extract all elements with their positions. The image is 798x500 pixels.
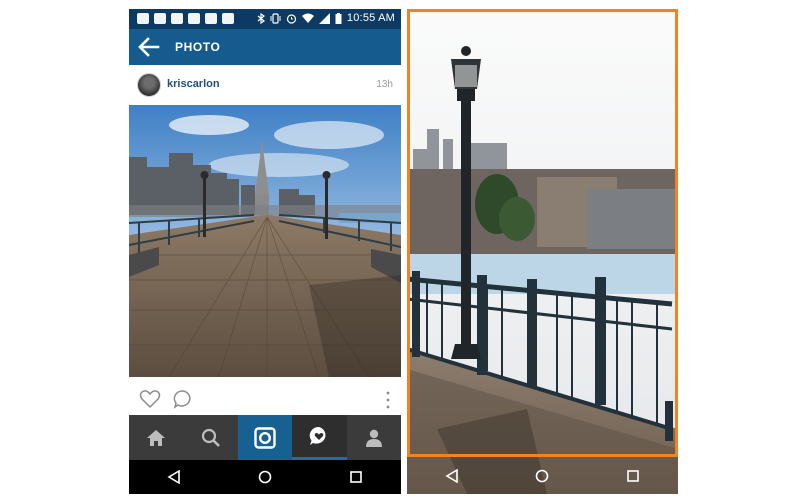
home-circle-icon[interactable] — [258, 470, 272, 484]
post-header: kriscarlon 13h — [129, 65, 401, 105]
tab-camera[interactable] — [237, 415, 293, 460]
zoomed-nav-bar — [407, 458, 678, 494]
bluetooth-icon — [257, 12, 265, 24]
more-vertical-icon[interactable] — [385, 390, 391, 410]
zoomed-photo — [407, 9, 678, 494]
recents-square-icon — [627, 470, 639, 482]
page-title: PHOTO — [175, 40, 221, 54]
email-icon — [205, 13, 217, 24]
arrow-back-icon[interactable] — [137, 36, 161, 58]
download-icon — [222, 13, 234, 24]
tab-home[interactable] — [129, 415, 183, 460]
alarm-icon — [286, 13, 297, 24]
post-photo[interactable] — [129, 105, 401, 377]
recents-square-icon[interactable] — [349, 470, 363, 484]
mail-icon — [154, 13, 166, 24]
app-bar: PHOTO — [129, 29, 401, 65]
clock: 10:55 AM — [346, 12, 395, 24]
battery-icon — [335, 12, 342, 24]
image-icon — [188, 13, 200, 24]
status-bar: 10:55 AM — [129, 9, 401, 29]
home-circle-icon — [536, 469, 549, 483]
back-triangle-icon — [445, 469, 458, 483]
signal-icon — [318, 12, 330, 24]
profile-icon — [365, 429, 382, 447]
post-timestamp: 13h — [376, 79, 393, 90]
activity-icon — [310, 426, 326, 445]
vibrate-icon — [270, 12, 281, 24]
back-triangle-icon[interactable] — [167, 470, 181, 484]
post-actions — [129, 381, 401, 417]
chat-icon — [137, 13, 149, 24]
camera-icon — [254, 426, 276, 449]
home-icon — [147, 429, 166, 446]
phone-screen: 10:55 AM PHOTO kriscarlon 13h — [129, 9, 401, 494]
inbox-icon — [171, 13, 183, 24]
bottom-tab-bar — [129, 415, 401, 460]
tab-search[interactable] — [183, 415, 237, 460]
username-link[interactable]: kriscarlon — [167, 78, 220, 90]
system-nav-bar — [129, 460, 401, 494]
system-icons: 10:55 AM — [257, 12, 395, 24]
tab-activity[interactable] — [292, 415, 347, 460]
heart-icon[interactable] — [139, 389, 161, 409]
avatar[interactable] — [137, 73, 161, 97]
tab-profile[interactable] — [347, 415, 401, 460]
comment-icon[interactable] — [173, 389, 193, 409]
search-icon — [201, 428, 220, 447]
wifi-icon — [301, 13, 314, 23]
notification-icons — [137, 13, 234, 24]
zoomed-photo-view — [407, 9, 678, 494]
